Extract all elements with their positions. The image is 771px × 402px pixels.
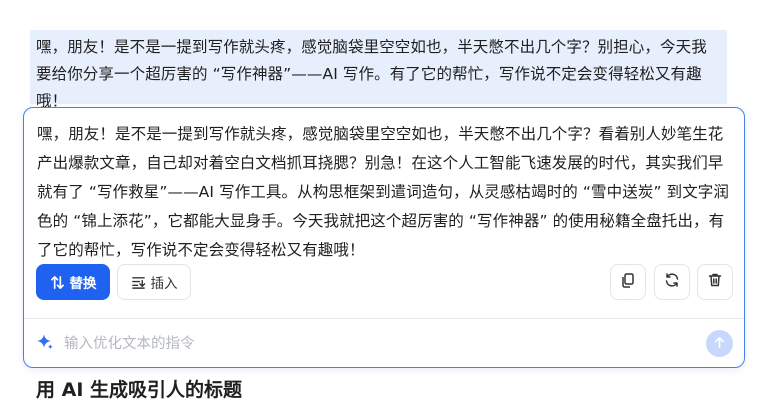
delete-button[interactable] [697, 264, 733, 300]
selected-paragraph[interactable]: 嘿，朋友！是不是一提到写作就头疼，感觉脑袋里空空如也，半天憋不出几个字？别担心，… [30, 30, 727, 110]
copy-button[interactable] [610, 264, 646, 300]
insert-lines-icon [131, 275, 146, 290]
swap-vertical-icon [50, 275, 65, 290]
trash-icon [707, 272, 723, 292]
refresh-icon [664, 272, 680, 292]
ai-result-text: 嘿，朋友！是不是一提到写作就头疼，感觉脑袋里空空如也，半天憋不出几个字？看着别人… [37, 125, 730, 259]
selected-paragraph-text: 嘿，朋友！是不是一提到写作就头疼，感觉脑袋里空空如也，半天憋不出几个字？别担心，… [36, 38, 707, 110]
replace-button[interactable]: 替换 [36, 264, 110, 300]
send-arrow-icon [713, 334, 726, 353]
ai-rewrite-panel: 嘿，朋友！是不是一提到写作就头疼，感觉脑袋里空空如也，半天憋不出几个字？看着别人… [23, 107, 745, 368]
insert-button[interactable]: 插入 [117, 264, 191, 300]
insert-button-label: 插入 [150, 276, 178, 292]
sparkle-icon [36, 333, 54, 355]
next-section-heading: 用 AI 生成吸引人的标题 [36, 379, 243, 401]
replace-button-label: 替换 [69, 276, 97, 292]
copy-icon [620, 272, 636, 292]
prompt-bar [24, 319, 744, 368]
prompt-input[interactable] [62, 331, 686, 357]
regenerate-button[interactable] [654, 264, 690, 300]
send-button[interactable] [706, 330, 733, 357]
